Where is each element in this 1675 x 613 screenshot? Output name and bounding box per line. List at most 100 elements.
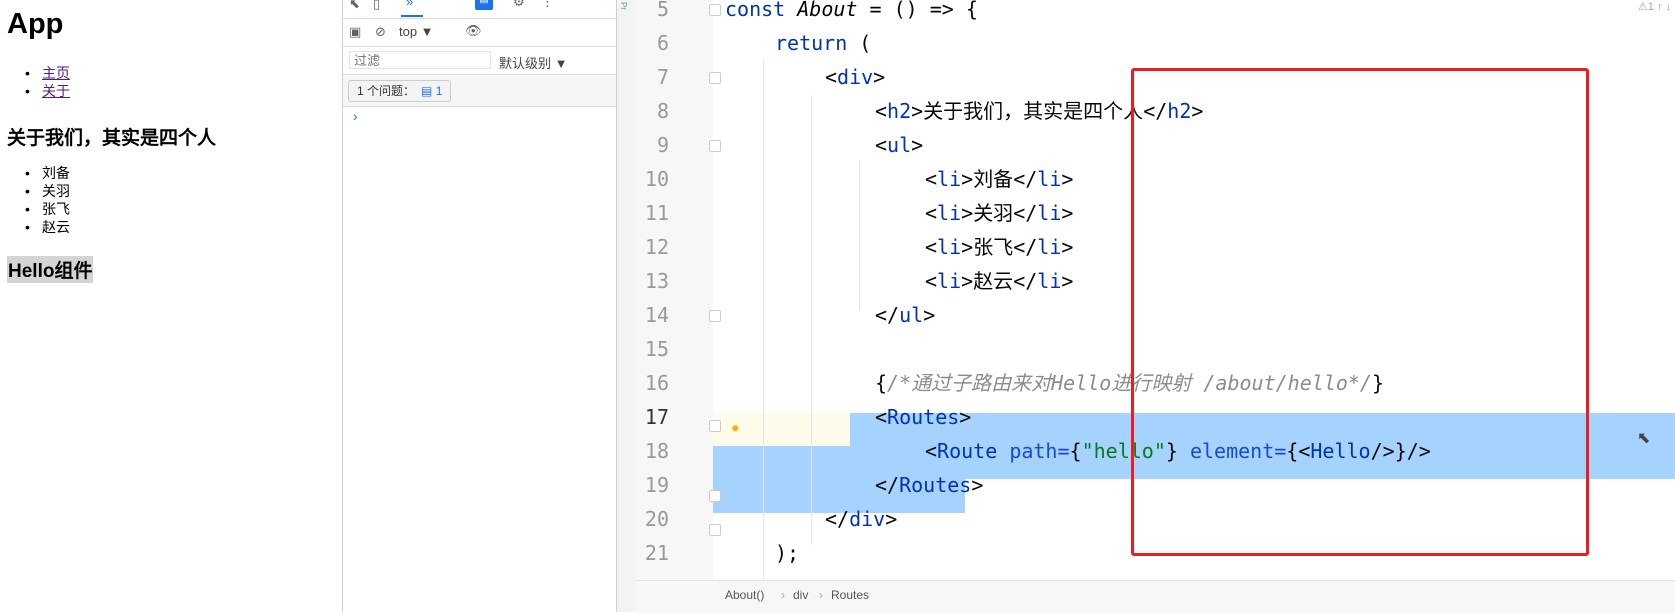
clear-console-icon[interactable]: ⊘ bbox=[375, 24, 386, 40]
breadcrumb-item[interactable]: div bbox=[793, 588, 808, 602]
line-number: 20 bbox=[644, 507, 669, 531]
code-line-10: <li>刘备</li> bbox=[925, 167, 1074, 191]
line-number: 9 bbox=[656, 133, 669, 157]
code-line-19: </Routes> bbox=[875, 473, 984, 497]
code-token: 赵云 bbox=[973, 269, 1014, 293]
browser-page: App 主页 关于 关于我们，其实是四个人 刘备 关羽 张飞 赵云 Hello组… bbox=[0, 0, 342, 612]
code-token: ); bbox=[775, 541, 800, 565]
line-number: 15 bbox=[644, 337, 669, 361]
fold-marker[interactable] bbox=[709, 420, 721, 432]
code-token: ul bbox=[899, 303, 924, 327]
list-item: 关羽 bbox=[25, 182, 70, 200]
fold-marker[interactable] bbox=[709, 140, 721, 152]
code-token: About bbox=[797, 0, 858, 21]
about-heading: 关于我们，其实是四个人 bbox=[7, 128, 217, 149]
panel-splitter[interactable]: Pr bbox=[616, 0, 636, 612]
list-item: 赵云 bbox=[25, 218, 70, 236]
fold-marker[interactable] bbox=[709, 490, 721, 502]
code-token: Route bbox=[937, 439, 998, 463]
code-token: 关于我们，其实是四个人 bbox=[923, 99, 1144, 123]
code-token: li bbox=[1037, 235, 1062, 259]
code-token: path= bbox=[1009, 439, 1070, 463]
nav-item-about: 关于 bbox=[25, 82, 70, 100]
code-token: Routes bbox=[899, 473, 972, 497]
code-token: li bbox=[937, 167, 962, 191]
line-number: 17 bbox=[644, 405, 669, 429]
code-line-20: </div> bbox=[825, 507, 898, 531]
list-item: 刘备 bbox=[25, 164, 70, 182]
code-line-13: <li>赵云</li> bbox=[925, 269, 1074, 293]
line-number: 16 bbox=[644, 371, 669, 395]
sidebar-toggle-icon[interactable]: ▣ bbox=[349, 24, 361, 40]
issues-count-number: 1 bbox=[435, 84, 443, 98]
settings-gear-icon[interactable]: ⚙ bbox=[513, 0, 525, 10]
code-token: 关羽 bbox=[973, 201, 1014, 225]
code-line-7: <div> bbox=[825, 65, 886, 89]
line-number: 18 bbox=[644, 439, 669, 463]
lightbulb-icon[interactable]: ✹ bbox=[731, 420, 739, 436]
active-tab-indicator bbox=[401, 15, 423, 17]
devtools-tabbar: ⬉ ▯ » ▤ ⚙ ⋮ bbox=[343, 0, 617, 19]
nav-link-home[interactable]: 主页 bbox=[42, 65, 70, 81]
code-token: div bbox=[837, 65, 874, 89]
nav-item-home: 主页 bbox=[25, 64, 70, 82]
code-line-11: <li>关羽</li> bbox=[925, 201, 1074, 225]
indent-guide bbox=[859, 160, 860, 310]
code-token: ul bbox=[887, 133, 912, 157]
code-token: const bbox=[725, 0, 786, 21]
code-token: li bbox=[1037, 167, 1062, 191]
code-token: h2 bbox=[887, 99, 912, 123]
fold-marker[interactable] bbox=[709, 4, 721, 16]
filter-input[interactable] bbox=[349, 51, 491, 69]
console-filter-row: 默认级别 ▼ bbox=[343, 48, 617, 75]
issues-button[interactable]: 1 个问题： ▤ 1 bbox=[348, 80, 452, 102]
fold-marker[interactable] bbox=[709, 524, 721, 536]
issues-icon[interactable]: ▤ bbox=[475, 0, 493, 10]
more-options-icon[interactable]: ⋮ bbox=[541, 0, 554, 10]
devtools-panel: ⬉ ▯ » ▤ ⚙ ⋮ ▣ ⊘ top ▼ 👁 默认级别 ▼ 1 个问题： ▤ 1… bbox=[342, 0, 617, 612]
code-token: li bbox=[937, 235, 962, 259]
inspection-widget[interactable]: ⚠1 ↑ ↓ bbox=[1638, 0, 1671, 13]
line-number: 11 bbox=[644, 201, 669, 225]
line-number: 5 bbox=[656, 0, 669, 21]
line-number: 8 bbox=[656, 99, 669, 123]
breadcrumb: About() › div › Routes bbox=[635, 580, 1675, 613]
annotation-box bbox=[1131, 68, 1589, 556]
code-token: li bbox=[937, 269, 962, 293]
mouse-cursor-icon: ⬉ bbox=[1637, 428, 1651, 447]
breadcrumb-item[interactable]: Routes bbox=[831, 588, 869, 602]
chevron-right-icon: › bbox=[819, 588, 823, 602]
issues-row: 1 个问题： ▤ 1 bbox=[343, 76, 617, 107]
live-expression-eye-icon[interactable]: 👁 bbox=[465, 23, 482, 39]
indent-guide bbox=[811, 95, 812, 545]
app-title: App bbox=[7, 8, 64, 40]
line-number: 19 bbox=[644, 473, 669, 497]
code-line-6: return ( bbox=[775, 26, 871, 61]
breadcrumb-item[interactable]: About() bbox=[725, 588, 764, 602]
code-token: 刘备 bbox=[973, 167, 1014, 191]
log-level-select[interactable]: 默认级别 ▼ bbox=[499, 53, 567, 72]
project-tool-tab[interactable]: Pr bbox=[619, 2, 628, 10]
nav-link-about[interactable]: 关于 bbox=[42, 83, 70, 99]
member-list: 刘备 关羽 张飞 赵云 bbox=[25, 164, 70, 236]
line-number: 12 bbox=[644, 235, 669, 259]
line-number: 21 bbox=[644, 541, 669, 565]
more-tabs-icon[interactable]: » bbox=[406, 0, 413, 9]
code-token: li bbox=[937, 201, 962, 225]
fold-marker[interactable] bbox=[709, 310, 721, 322]
indent-guide bbox=[763, 60, 764, 580]
code-line-5: const About = () => { bbox=[725, 0, 978, 27]
chevron-right-icon: › bbox=[781, 588, 785, 602]
hello-heading: Hello组件 bbox=[7, 256, 94, 283]
console-prompt[interactable]: › bbox=[353, 108, 358, 124]
inspect-element-icon[interactable]: ⬉ bbox=[349, 0, 360, 12]
fold-marker[interactable] bbox=[709, 72, 721, 84]
code-token: ( bbox=[847, 31, 872, 55]
console-toolbar: ▣ ⊘ top ▼ 👁 bbox=[343, 20, 617, 47]
context-select[interactable]: top ▼ bbox=[399, 24, 434, 39]
code-token: li bbox=[1037, 201, 1062, 225]
line-number: 14 bbox=[644, 303, 669, 327]
issues-label: 1 个问题： bbox=[357, 84, 416, 98]
device-toggle-icon[interactable]: ▯ bbox=[373, 0, 380, 12]
nav-list: 主页 关于 bbox=[25, 64, 70, 100]
